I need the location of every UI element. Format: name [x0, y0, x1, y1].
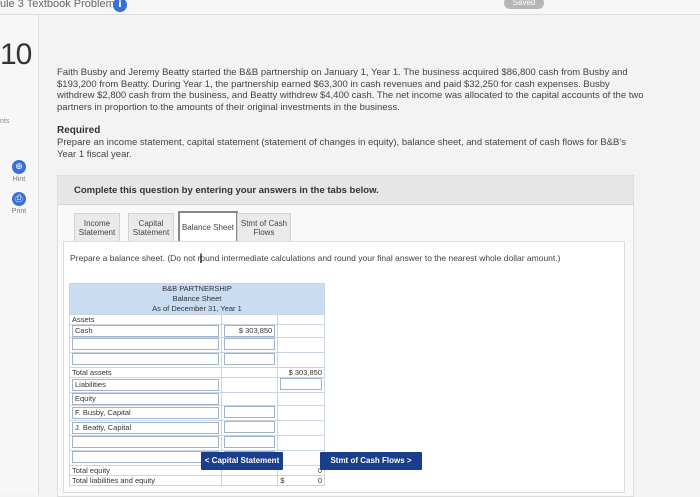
info-icon[interactable]: i — [113, 0, 127, 12]
beatty-capital-amount[interactable] — [223, 421, 276, 433]
asset-label-field[interactable] — [72, 353, 219, 365]
print-button[interactable]: ⎙ Print — [8, 192, 30, 215]
tab-stmt-of-cash-flows[interactable]: Stmt of Cash Flows — [237, 213, 291, 243]
table-row: Total equity 0 — [69, 465, 325, 476]
hint-label: Hint — [12, 176, 26, 183]
table-row: Equity — [69, 392, 325, 406]
table-row: J. Beatty, Capital — [69, 420, 325, 436]
question-number: 10 — [0, 38, 32, 71]
busby-capital-amount[interactable] — [223, 406, 276, 418]
prev-capital-statement-button[interactable]: < Capital Statement — [201, 452, 283, 470]
equity-extra-amount[interactable] — [223, 436, 276, 448]
tab-balance-sheet[interactable]: Balance Sheet — [178, 211, 238, 243]
liabilities-amount-field[interactable] — [280, 378, 322, 390]
table-row: Liabilities — [69, 377, 325, 393]
liabilities-label-field[interactable]: Liabilities — [72, 379, 219, 391]
table-row: Assets — [69, 314, 325, 325]
table-row — [69, 450, 325, 466]
beatty-capital-field[interactable]: J. Beatty, Capital — [72, 422, 219, 434]
total-equity-label: Total equity — [69, 465, 222, 476]
module-title: ule 3 Textbook Problems — [0, 0, 121, 10]
table-row: F. Busby, Capital — [69, 405, 325, 421]
required-text: Prepare an income statement, capital sta… — [57, 137, 626, 160]
cash-amount-field[interactable]: $ 303,850 — [223, 325, 276, 337]
statement-name: Balance Sheet — [172, 294, 222, 303]
print-label: Print — [11, 208, 27, 215]
points-label: nts — [0, 118, 10, 125]
total-equity-value: 0 — [277, 465, 325, 476]
table-row — [69, 337, 325, 353]
required-heading: Required — [57, 125, 101, 136]
company-name: B&B PARTNERSHIP — [162, 284, 232, 293]
print-icon: ⎙ — [12, 192, 26, 206]
asset-amount-field[interactable] — [223, 353, 276, 365]
equity-extra-field[interactable] — [72, 436, 219, 448]
equity-extra-field[interactable] — [72, 451, 219, 463]
next-stmt-of-cash-flows-button[interactable]: Stmt of Cash Flows > — [320, 452, 422, 470]
instruction-text: Prepare a balance sheet. (Do not round i… — [70, 253, 561, 263]
answer-panel: Complete this question by entering your … — [57, 175, 634, 497]
total-liabilities-equity-value: 0 — [317, 476, 322, 485]
total-assets-label: Total assets — [69, 367, 222, 378]
assets-heading: Assets — [69, 314, 222, 325]
tab-capital-statement[interactable]: Capital Statement — [128, 213, 174, 243]
balance-sheet-title: B&B PARTNERSHIP Balance Sheet As of Dece… — [69, 283, 325, 315]
top-bar: ule 3 Textbook Problems i Saved — [0, 0, 700, 15]
problem-text: Faith Busby and Jeremy Beatty started th… — [57, 67, 644, 113]
total-assets-value: $ 303,850 — [277, 367, 325, 378]
statement-date: As of December 31, Year 1 — [152, 304, 242, 313]
saved-badge: Saved — [504, 0, 544, 9]
balance-sheet-table: B&B PARTNERSHIP Balance Sheet As of Dece… — [69, 283, 325, 486]
tab-income-statement[interactable]: Income Statement — [74, 213, 120, 243]
text-cursor-icon: I — [199, 250, 203, 266]
table-row: Total liabilities and equity $0 — [69, 475, 325, 486]
equity-label-field[interactable]: Equity — [72, 393, 219, 405]
asset-label-field[interactable] — [72, 338, 219, 350]
left-rail — [0, 15, 39, 495]
hint-button[interactable]: ⊕ Hint — [8, 160, 30, 183]
dollar-sign: $ — [280, 476, 285, 485]
total-liabilities-equity-label: Total liabilities and equity — [69, 475, 222, 486]
panel-title: Complete this question by entering your … — [74, 185, 379, 196]
table-row: Total assets $ 303,850 — [69, 367, 325, 378]
hint-icon: ⊕ — [12, 160, 26, 174]
table-row — [69, 435, 325, 451]
cash-label-field[interactable]: Cash — [72, 325, 219, 337]
panel-header: Complete this question by entering your … — [58, 176, 633, 205]
asset-amount-field[interactable] — [223, 338, 276, 350]
busby-capital-field[interactable]: F. Busby, Capital — [72, 407, 219, 419]
table-row: Cash $ 303,850 — [69, 324, 325, 338]
table-row — [69, 352, 325, 368]
